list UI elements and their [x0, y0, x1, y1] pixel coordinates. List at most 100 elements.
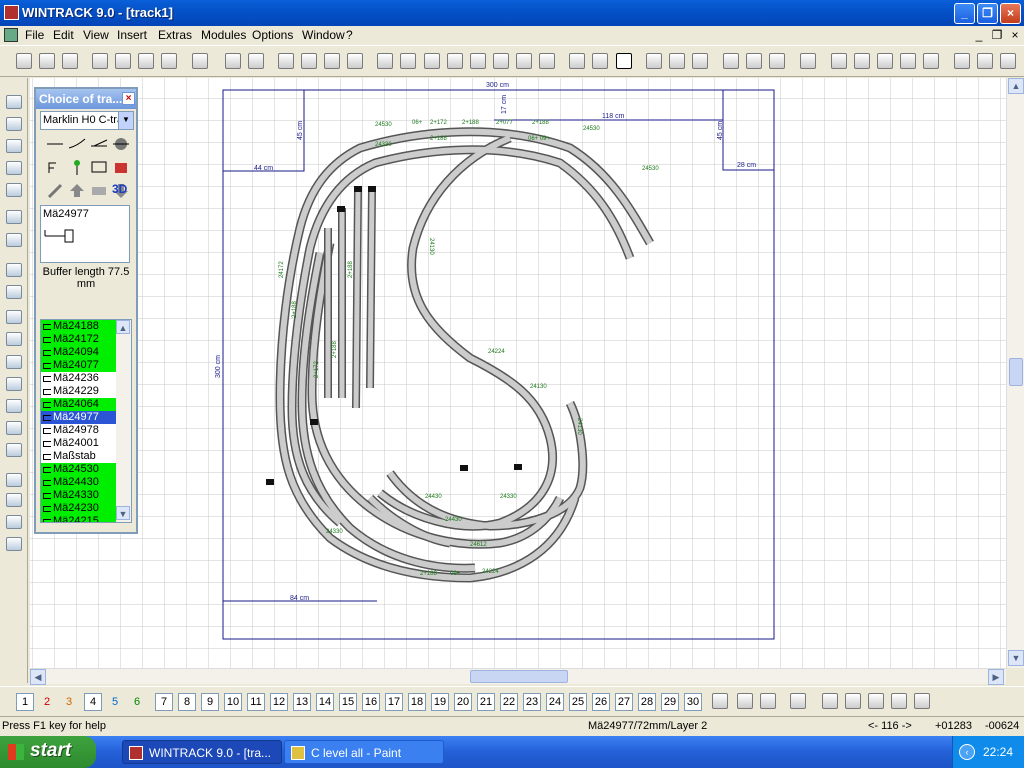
layer-6-button[interactable]: 6: [128, 693, 146, 711]
vertical-scroll-thumb[interactable]: [1009, 358, 1023, 386]
switch-track-icon[interactable]: [90, 136, 108, 152]
catenary-icon[interactable]: [6, 493, 22, 507]
arrow-right-icon[interactable]: [90, 182, 108, 198]
layer-2-button[interactable]: 2: [38, 693, 56, 711]
layer-19-button[interactable]: 19: [431, 693, 449, 711]
part-list-scrollbar[interactable]: ▲ ▼: [116, 320, 131, 522]
curve-track-icon[interactable]: [68, 136, 86, 152]
rotate-icon[interactable]: [746, 53, 762, 69]
menu-help[interactable]: ?: [346, 28, 353, 42]
accessory-icon[interactable]: [46, 159, 64, 175]
view-2-icon[interactable]: [845, 693, 861, 709]
layer-21-button[interactable]: 21: [477, 693, 495, 711]
text-icon[interactable]: [6, 310, 22, 324]
menu-options[interactable]: Options: [252, 28, 293, 42]
arrow-icon[interactable]: [923, 53, 939, 69]
list-item[interactable]: Mä24236: [41, 372, 117, 385]
height-mark-icon[interactable]: [6, 332, 22, 346]
view-5-icon[interactable]: [914, 693, 930, 709]
drawing-canvas[interactable]: 300 cm 300 cm 118 cm 17 cm 45 cm 45 cm 4…: [30, 78, 1006, 668]
align-icon[interactable]: [954, 53, 970, 69]
list-item[interactable]: Mä24430: [41, 476, 117, 489]
layer-28-button[interactable]: 28: [638, 693, 656, 711]
title-bar[interactable]: WINTRACK 9.0 - [track1] _ ❐ ×: [0, 0, 1024, 26]
curve-icon[interactable]: [592, 53, 608, 69]
building-icon[interactable]: [112, 159, 130, 175]
layer-hide-icon[interactable]: [760, 693, 776, 709]
tree-icon[interactable]: [6, 377, 22, 391]
list-item[interactable]: Maßstab: [41, 450, 117, 463]
layer-16-button[interactable]: 16: [362, 693, 380, 711]
rectangle-icon[interactable]: [646, 53, 662, 69]
zoom-window-icon[interactable]: [324, 53, 340, 69]
slope-icon[interactable]: [6, 210, 22, 224]
vertical-scrollbar[interactable]: ▲ ▼: [1006, 78, 1024, 668]
chevron-left-icon[interactable]: ‹: [959, 744, 975, 760]
save-icon[interactable]: [62, 53, 78, 69]
zoom-all-icon[interactable]: [347, 53, 363, 69]
list-item[interactable]: Mä24001: [41, 437, 117, 450]
tunnel-icon[interactable]: [6, 233, 22, 247]
layer-11-button[interactable]: 11: [247, 693, 265, 711]
list-item[interactable]: Mä24064: [41, 398, 117, 411]
close-button[interactable]: ×: [1000, 3, 1021, 24]
layer-20-button[interactable]: 20: [454, 693, 472, 711]
align-3-icon[interactable]: [1000, 53, 1016, 69]
start-button[interactable]: start: [0, 736, 96, 768]
menu-insert[interactable]: Insert: [117, 28, 147, 42]
menu-edit[interactable]: Edit: [53, 28, 74, 42]
signal-figure-icon[interactable]: [68, 159, 86, 175]
ungroup-icon[interactable]: [692, 53, 708, 69]
layer-26-button[interactable]: 26: [592, 693, 610, 711]
menu-file[interactable]: File: [25, 28, 44, 42]
light-icon[interactable]: [800, 53, 816, 69]
layer-settings-icon[interactable]: [737, 693, 753, 709]
copy-part-icon[interactable]: [447, 53, 463, 69]
paste-icon[interactable]: [539, 53, 555, 69]
turntable-icon[interactable]: [112, 136, 130, 152]
layer-10-button[interactable]: 10: [224, 693, 242, 711]
open-icon[interactable]: [39, 53, 55, 69]
contour-icon[interactable]: [6, 443, 22, 457]
copy-icon[interactable]: [516, 53, 532, 69]
layer-1-button[interactable]: 1: [16, 693, 34, 711]
layer-3-button[interactable]: 3: [60, 693, 78, 711]
parts-list-icon[interactable]: [161, 53, 177, 69]
move-icon[interactable]: [723, 53, 739, 69]
list-item[interactable]: Mä24530: [41, 463, 117, 476]
layer-25-button[interactable]: 25: [569, 693, 587, 711]
track-plan[interactable]: 300 cm 300 cm 118 cm 17 cm 45 cm 45 cm 4…: [30, 78, 1006, 668]
view-4-icon[interactable]: [891, 693, 907, 709]
menu-modules[interactable]: Modules: [201, 28, 246, 42]
platform-icon[interactable]: [90, 159, 108, 175]
layer-5-button[interactable]: 5: [106, 693, 124, 711]
group-icon[interactable]: [669, 53, 685, 69]
task-paint[interactable]: C level all - Paint: [284, 740, 444, 764]
paste-part-icon[interactable]: [470, 53, 486, 69]
document-icon[interactable]: [4, 28, 18, 42]
measure-icon[interactable]: [6, 263, 22, 277]
rotate-180-icon[interactable]: [769, 53, 785, 69]
part-list[interactable]: Mä24188 Mä24172 Mä24094 Mä24077 Mä24236 …: [40, 319, 132, 523]
layer-23-button[interactable]: 23: [523, 693, 541, 711]
3d-view-button[interactable]: 3D: [112, 182, 127, 196]
zoom-out-icon[interactable]: [278, 53, 294, 69]
print-preview-icon[interactable]: [92, 53, 108, 69]
zoom-in-icon[interactable]: [301, 53, 317, 69]
view-3-icon[interactable]: [868, 693, 884, 709]
list-item-selected[interactable]: Mä24977: [41, 411, 117, 424]
print-icon[interactable]: [115, 53, 131, 69]
layer-8-button[interactable]: 8: [178, 693, 196, 711]
layer-7-button[interactable]: 7: [155, 693, 173, 711]
layer-9-button[interactable]: 9: [201, 693, 219, 711]
redo-icon[interactable]: [400, 53, 416, 69]
layer-12-button[interactable]: 12: [270, 693, 288, 711]
layer-29-button[interactable]: 29: [661, 693, 679, 711]
statistics-icon[interactable]: [225, 53, 241, 69]
panel-close-button[interactable]: ×: [122, 92, 135, 105]
menu-extras[interactable]: Extras: [158, 28, 192, 42]
chevron-down-icon[interactable]: ▼: [118, 112, 133, 129]
list-item[interactable]: Mä24230: [41, 502, 117, 515]
list-item[interactable]: Mä24188: [41, 320, 117, 333]
layer-14-button[interactable]: 14: [316, 693, 334, 711]
